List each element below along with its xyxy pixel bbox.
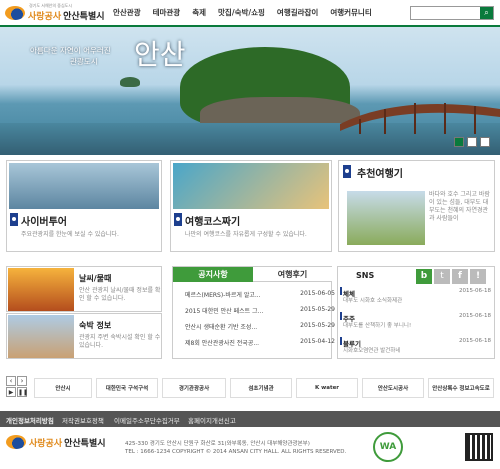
banner-ansan[interactable]: 안산시 bbox=[34, 378, 92, 398]
tab-travelog[interactable]: 여행후기 bbox=[253, 267, 332, 282]
search-box[interactable]: ⌕ bbox=[410, 6, 494, 20]
twitter-icon[interactable]: t bbox=[434, 269, 450, 284]
hero-pager-dot-2[interactable] bbox=[467, 137, 477, 147]
banner-pause-button[interactable]: ❚❚ bbox=[17, 387, 28, 397]
recommend-desc: 바다와 호수 그리고 바람이 있는 섬들, 대부도 대부도는 천혜의 자연경관과… bbox=[429, 191, 490, 222]
qr-code-icon bbox=[465, 433, 493, 461]
course-desc: 나만의 여행코스를 자유롭게 구성할 수 있습니다. bbox=[185, 231, 307, 238]
hero-banner: 아름다운 자연이 어우러진 관광도시 안산 bbox=[0, 27, 500, 155]
card-weather[interactable]: 날씨/물때 안산 관광지 날씨/물때 정보를 확인 할 수 있습니다. bbox=[6, 266, 162, 312]
course-image bbox=[173, 163, 329, 209]
cybertour-image bbox=[9, 163, 159, 209]
logo-text-2: 안산특별시 bbox=[63, 11, 105, 22]
recommend-title: 추천여행기 bbox=[357, 169, 403, 180]
sns-item[interactable]: 주주 2015-06-18 대부도를 산책하기 좋 부니니! bbox=[340, 312, 495, 329]
logo-text-1: 사랑공사 bbox=[28, 11, 62, 22]
nav-item-guide[interactable]: 여행길라잡이 bbox=[277, 7, 318, 18]
sns-bullet bbox=[340, 337, 342, 345]
footer-address: 425-330 경기도 안산시 단원구 화산로 31(와부록동, 안산시 대부해… bbox=[125, 441, 310, 447]
recommend-image bbox=[347, 191, 425, 245]
wa-badge-icon: WA bbox=[373, 432, 403, 462]
logo-subtitle: 경기도 서해안의 중심도시 bbox=[29, 3, 73, 8]
hero-title: 안산 bbox=[134, 38, 186, 71]
sns-item[interactable]: 블루기 2015-06-18 시화호오염연관 발건하네 bbox=[340, 337, 495, 354]
banner-highway[interactable]: 안산상록수 정보고속도로 bbox=[428, 378, 494, 398]
cybertour-title: 사이버투어 bbox=[21, 217, 67, 228]
notice-icon[interactable]: ! bbox=[470, 269, 486, 284]
banner-gto[interactable]: 경기관광공사 bbox=[162, 378, 226, 398]
course-title: 여행코스짜기 bbox=[185, 217, 241, 228]
card-lodging[interactable]: 숙박 정보 관광지 주변 숙박시설 확인 할 수 있습니다. bbox=[6, 313, 162, 359]
hero-pager bbox=[451, 137, 490, 147]
nav-item-theme[interactable]: 테마관광 bbox=[153, 7, 181, 18]
site-logo[interactable]: 경기도 서해안의 중심도시 사랑공사 안산특별시 bbox=[5, 3, 105, 22]
hero-pager-dot-1[interactable] bbox=[454, 137, 464, 147]
footer-nav: 개인정보처리방침 저작권보호정책 이메일주소무단수집거부 홈페이지개선신고 bbox=[0, 411, 500, 427]
footer-link-report[interactable]: 홈페이지개선신고 bbox=[188, 415, 236, 425]
banner-ansan-corp[interactable]: 안산도시공사 bbox=[362, 378, 424, 398]
sns-item[interactable]: 체체 2015-06-18 대부도 시화호 소식화제관 bbox=[340, 287, 495, 304]
sns-bullet bbox=[340, 312, 342, 320]
facebook-icon[interactable]: f bbox=[452, 269, 468, 284]
bridge-image bbox=[340, 103, 500, 134]
logo-mark-icon bbox=[6, 435, 26, 449]
nav-item-community[interactable]: 여행커뮤니티 bbox=[330, 7, 371, 18]
footer-copyright: TEL : 1666-1234 COPYRIGHT © 2014 ANSAN C… bbox=[125, 449, 347, 455]
footer-link-privacy[interactable]: 개인정보처리방침 bbox=[6, 415, 54, 425]
hero-pager-dot-3[interactable] bbox=[480, 137, 490, 147]
pin-icon bbox=[174, 213, 182, 226]
notice-row[interactable]: 안산시 생태순환 기반 조성... 2015-05-29 bbox=[185, 322, 335, 331]
footer-logo: 사랑공사 안산특별시 bbox=[6, 435, 106, 449]
cybertour-desc: 주요관광지를 한눈에 보실 수 있습니다. bbox=[21, 231, 119, 238]
banner-museum[interactable]: 섬초기념관 bbox=[230, 378, 292, 398]
banner-korea[interactable]: 대한민국 구석구석 bbox=[96, 378, 158, 398]
card-cybertour[interactable]: 사이버투어 주요관광지를 한눈에 보실 수 있습니다. bbox=[6, 160, 162, 252]
header: 경기도 서해안의 중심도시 사랑공사 안산특별시 안산관광 테마관광 축제 맛집… bbox=[0, 0, 500, 27]
sns-title: SNS bbox=[356, 271, 375, 280]
distant-island bbox=[120, 77, 140, 87]
notice-row[interactable]: 메르스(MERS)-바르게 알고... 2015-06-05 bbox=[185, 290, 335, 299]
card-recommend[interactable]: 추천여행기 바다와 호수 그리고 바람이 있는 섬들, 대부도 대부도는 천혜의… bbox=[338, 160, 495, 252]
pin-icon bbox=[10, 213, 18, 226]
weather-image bbox=[8, 268, 74, 311]
banner-kwater[interactable]: K water bbox=[296, 378, 358, 398]
notice-row[interactable]: 2015 대한민 안산 페스트 그... 2015-05-29 bbox=[185, 306, 335, 315]
footer-link-email[interactable]: 이메일주소무단수집거부 bbox=[114, 415, 180, 425]
hero-slogan: 아름다운 자연이 어우러진 관광도시 bbox=[30, 46, 111, 66]
lodging-desc: 관광지 주변 숙박시설 확인 할 수 있습니다. bbox=[79, 334, 161, 349]
nav-item-festival[interactable]: 축제 bbox=[192, 7, 206, 18]
banner-prev-button[interactable]: ‹ bbox=[6, 376, 16, 386]
main-navigation: 안산관광 테마관광 축제 맛집/숙박/쇼핑 여행길라잡이 여행커뮤니티 bbox=[113, 7, 384, 18]
sns-bullet bbox=[340, 287, 342, 295]
weather-title: 날씨/물때 bbox=[79, 274, 112, 283]
lodging-image bbox=[8, 315, 74, 358]
blog-icon[interactable]: b bbox=[416, 269, 432, 284]
weather-desc: 안산 관광지 날씨/물때 정보를 확인 할 수 있습니다. bbox=[79, 287, 161, 302]
search-icon[interactable]: ⌕ bbox=[480, 7, 493, 19]
nav-item-food[interactable]: 맛집/숙박/쇼핑 bbox=[218, 7, 265, 18]
banner-stop-button[interactable]: ▶ bbox=[6, 387, 16, 397]
footer-link-copyright[interactable]: 저작권보호정책 bbox=[62, 415, 104, 425]
tab-notice[interactable]: 공지사항 bbox=[173, 267, 253, 282]
banner-next-button[interactable]: › bbox=[17, 376, 27, 386]
pin-icon bbox=[343, 165, 351, 178]
logo-mark-icon bbox=[5, 6, 25, 20]
lodging-title: 숙박 정보 bbox=[79, 321, 112, 330]
nav-item-tour[interactable]: 안산관광 bbox=[113, 7, 141, 18]
notice-row[interactable]: 제8회 안산관광사진 전국공... 2015-04-12 bbox=[185, 338, 335, 347]
card-course[interactable]: 여행코스짜기 나만의 여행코스를 자유롭게 구성할 수 있습니다. bbox=[170, 160, 332, 252]
footer: 사랑공사 안산특별시 425-330 경기도 안산시 단원구 화산로 31(와부… bbox=[0, 427, 500, 469]
